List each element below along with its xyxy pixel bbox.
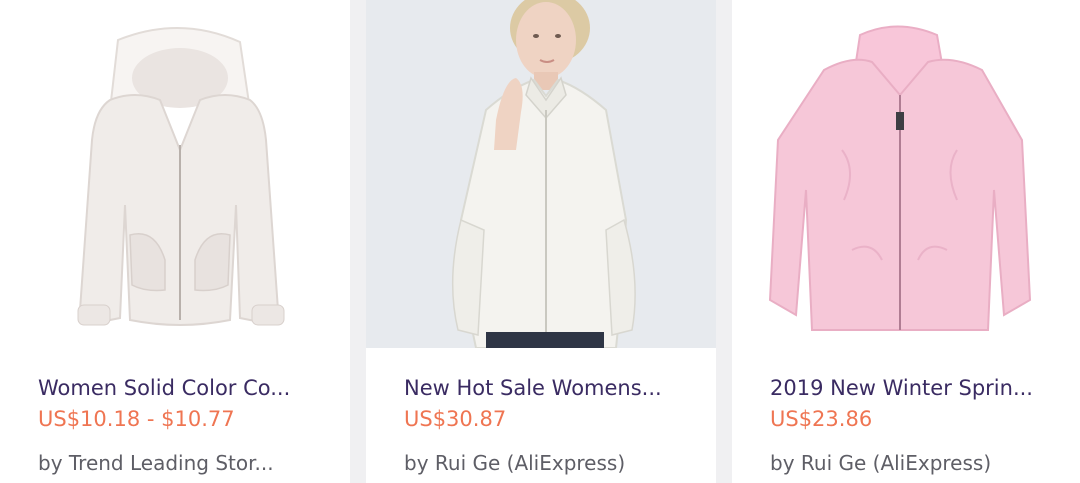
product-title[interactable]: Women Solid Color Co... bbox=[38, 372, 338, 404]
product-seller[interactable]: by Rui Ge (AliExpress) bbox=[770, 448, 1070, 478]
product-image[interactable] bbox=[732, 0, 1080, 348]
model-jacket-image bbox=[451, 0, 636, 348]
pink-jacket-image bbox=[768, 25, 1032, 331]
hooded-jacket-image bbox=[77, 27, 285, 326]
product-seller[interactable]: by Trend Leading Stor... bbox=[38, 448, 338, 478]
product-image[interactable] bbox=[366, 0, 716, 348]
product-price: US$30.87 bbox=[404, 407, 507, 431]
product-card[interactable]: 2019 New Winter Sprin... US$23.86 by Rui… bbox=[732, 0, 1080, 483]
product-grid: Women Solid Color Co... US$10.18 - $10.7… bbox=[0, 0, 1080, 483]
product-card[interactable]: Women Solid Color Co... US$10.18 - $10.7… bbox=[0, 0, 350, 483]
product-title[interactable]: 2019 New Winter Sprin... bbox=[770, 372, 1070, 404]
product-image[interactable] bbox=[0, 0, 350, 348]
product-price: US$10.18 - $10.77 bbox=[38, 407, 235, 431]
product-card[interactable]: New Hot Sale Womens... US$30.87 by Rui G… bbox=[366, 0, 716, 483]
product-seller[interactable]: by Rui Ge (AliExpress) bbox=[404, 448, 704, 478]
product-price: US$23.86 bbox=[770, 407, 873, 431]
product-title[interactable]: New Hot Sale Womens... bbox=[404, 372, 704, 404]
